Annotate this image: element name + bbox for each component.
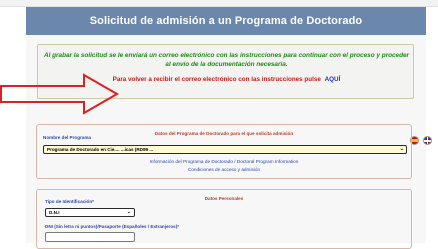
dni-input[interactable] [45,232,135,242]
program-section-legend: Datos del Programa de Doctorado para el … [37,120,411,139]
personal-section: Datos Personales Tipo de Identificación*… [36,189,412,249]
resend-link[interactable]: AQUÍ [325,76,341,83]
chevron-down-icon: ⌄ [126,209,131,215]
id-type-select[interactable]: D.N.I ⌄ [45,208,135,217]
program-section: Datos del Programa de Doctorado para el … [36,124,412,179]
program-select[interactable]: Programa de Doctorado en Cie.... ...icas… [43,145,407,154]
language-switcher [410,136,432,145]
chevron-down-icon: ⌄ [399,146,404,152]
top-strip [0,0,438,7]
dni-label: DNI (Sin letra ni puntos)/Pasaporte (Esp… [45,224,180,229]
uk-flag-icon[interactable] [423,136,432,145]
notice-info-text: Al grabar la solicitud se le enviará un … [43,52,410,68]
title-bar: Solicitud de admisión a un Programa de D… [26,7,426,35]
access-conditions-link[interactable]: Condiciones de acceso y admisión [37,167,411,172]
id-type-select-value: D.N.I [49,210,60,215]
program-name-label: Nombre del Programa [43,135,91,140]
id-type-label: Tipo de Identificación* [45,199,94,204]
program-select-value: Programa de Doctorado en Cie.... ...icas… [47,147,154,152]
resend-text: Para volver a recibir el correo electrón… [112,76,321,83]
red-arrow-icon [0,73,120,115]
page-title: Solicitud de admisión a un Programa de D… [89,15,363,27]
program-info-link[interactable]: Información del Programa de Doctorado / … [37,159,411,164]
